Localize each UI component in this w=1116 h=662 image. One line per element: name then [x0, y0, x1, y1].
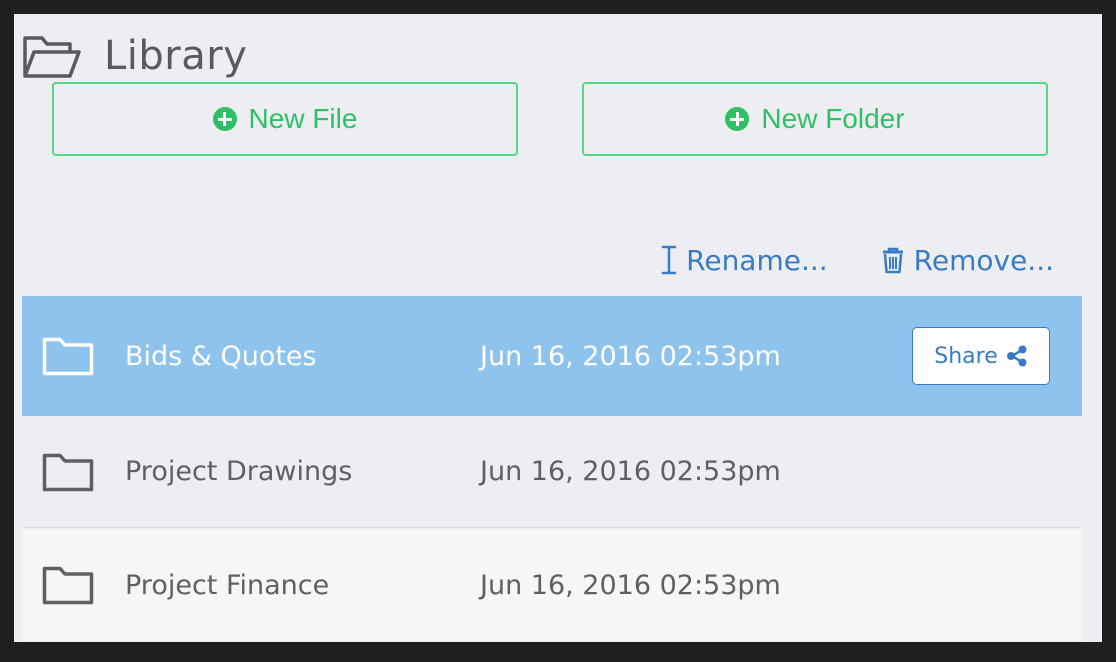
page-title: Library	[104, 33, 248, 79]
file-name: Project Drawings	[125, 456, 353, 487]
file-row-project-drawings[interactable]: Project Drawings Jun 16, 2016 02:53pm	[22, 416, 1082, 528]
folder-icon	[42, 337, 94, 376]
plus-circle-icon	[725, 107, 750, 131]
trash-icon	[882, 247, 903, 274]
file-name: Project Finance	[125, 569, 330, 601]
share-icon	[1006, 345, 1027, 367]
file-actions: Rename... Remove...	[660, 238, 1054, 282]
new-folder-label: New Folder	[761, 103, 905, 134]
folder-open-icon	[23, 36, 81, 78]
rename-label: Rename...	[686, 243, 828, 277]
new-file-label: New File	[248, 103, 358, 134]
remove-label: Remove...	[913, 243, 1054, 277]
folder-icon	[42, 453, 94, 491]
file-name: Bids & Quotes	[125, 340, 317, 372]
text-cursor-icon	[661, 245, 677, 275]
library-panel: Library New File New Folder Rename... Re…	[14, 14, 1102, 642]
folder-icon	[42, 566, 94, 605]
file-date: Jun 16, 2016 02:53pm	[480, 569, 781, 601]
library-header: Library	[22, 28, 247, 84]
file-date: Jun 16, 2016 02:53pm	[480, 340, 781, 372]
share-button[interactable]: Share	[912, 327, 1050, 385]
rename-button[interactable]: Rename...	[660, 244, 828, 277]
plus-circle-icon	[212, 107, 237, 131]
share-label: Share	[934, 343, 998, 369]
new-file-button[interactable]: New File	[52, 82, 518, 156]
new-folder-button[interactable]: New Folder	[582, 82, 1048, 156]
remove-button[interactable]: Remove...	[880, 244, 1054, 277]
file-row-bids-quotes[interactable]: Bids & Quotes Jun 16, 2016 02:53pm Share	[22, 296, 1082, 416]
file-row-project-finance[interactable]: Project Finance Jun 16, 2016 02:53pm	[22, 529, 1082, 641]
file-date: Jun 16, 2016 02:53pm	[480, 456, 781, 487]
